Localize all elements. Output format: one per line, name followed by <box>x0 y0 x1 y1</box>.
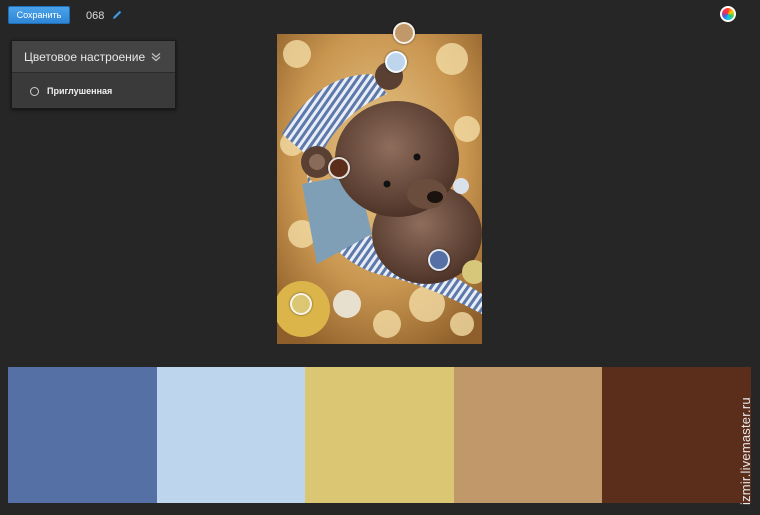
color-picker-handle[interactable] <box>393 22 415 44</box>
color-wheel-icon[interactable] <box>720 6 736 22</box>
color-mood-title: Цветовое настроение <box>24 49 146 64</box>
color-palette <box>8 367 751 503</box>
color-picker-handle[interactable] <box>428 249 450 271</box>
color-picker-handle[interactable] <box>290 293 312 315</box>
color-picker-handle[interactable] <box>385 51 407 73</box>
mood-option-label: Приглушенная <box>47 86 113 96</box>
chevrons-down-icon[interactable] <box>151 52 161 62</box>
pencil-icon[interactable] <box>111 9 123 21</box>
color-mood-panel: Цветовое настроение Приглушенная <box>11 40 176 109</box>
palette-swatch[interactable] <box>453 367 603 503</box>
palette-title: 068 <box>86 10 105 22</box>
watermark: izmir.livemaster.ru <box>738 397 753 505</box>
palette-swatch[interactable] <box>8 367 157 503</box>
save-button[interactable]: Сохранить <box>8 6 70 24</box>
mood-option-muted[interactable]: Приглушенная <box>12 73 175 109</box>
color-picker-handle[interactable] <box>328 157 350 179</box>
radio-icon[interactable] <box>30 86 39 96</box>
palette-swatch[interactable] <box>305 367 454 503</box>
palette-swatch[interactable] <box>156 367 306 503</box>
color-mood-header[interactable]: Цветовое настроение <box>12 41 175 73</box>
palette-swatch[interactable] <box>602 367 751 503</box>
